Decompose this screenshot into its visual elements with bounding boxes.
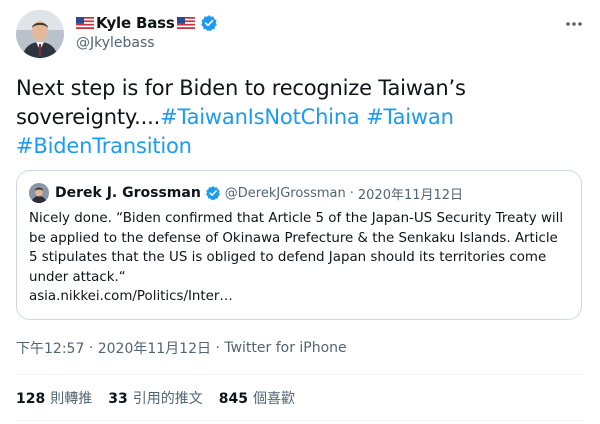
divider [16,420,584,421]
quoted-handle: @DerekJGrossman [224,185,346,201]
stat-label: 則轉推 [50,391,93,407]
verified-badge-icon [200,15,217,32]
like-count[interactable]: 845 個喜歡 [219,388,295,408]
author-avatar[interactable] [16,10,64,58]
more-options-icon-svg [566,22,582,26]
stat-label: 個喜歡 [252,391,295,407]
quoted-date: 2020年11月12日 [357,187,464,203]
stat-number: 33 [108,391,128,407]
engagement-stats: 128 則轉推 33 引用的推文 845 個喜歡 [16,388,295,408]
more-options-icon[interactable] [562,12,586,36]
tweet-time[interactable]: 下午12:57 [16,341,84,357]
tweet-meta: 下午12:57 · 2020年11月12日 · Twitter for iPho… [16,338,347,358]
hashtag-link[interactable]: #BidenTransition [16,134,192,158]
quote-count[interactable]: 33 引用的推文 [108,388,202,408]
hashtag-link[interactable]: #TaiwanIsNotChina [160,105,360,129]
quoted-tweet-card[interactable]: Derek J. Grossman @DerekJGrossman · 2020… [16,170,582,320]
us-flag-icon [76,17,94,29]
quoted-link[interactable]: asia.nikkei.com/Politics/Inter… [29,289,233,304]
hashtag-link[interactable]: #Taiwan [366,105,454,129]
separator-dot: · [349,185,354,201]
verified-badge-icon [205,186,220,201]
quoted-text-body: Nicely done. “Biden confirmed that Artic… [29,211,564,285]
author-display-name[interactable]: Kyle Bass [96,13,175,33]
us-flag-icon [176,17,195,29]
quoted-avatar-image [29,183,49,203]
separator-dot: · [88,340,94,356]
tweet-text: Next step is for Biden to recognize Taiw… [16,74,576,161]
author-name-line[interactable]: Kyle Bass [76,12,218,34]
quoted-header: Derek J. Grossman @DerekJGrossman · 2020… [55,183,463,203]
retweet-count[interactable]: 128 則轉推 [16,388,92,408]
author-handle[interactable]: @Jkylebass [76,34,155,52]
quoted-text: Nicely done. “Biden confirmed that Artic… [29,209,569,307]
divider [16,374,584,375]
avatar-image [16,10,64,58]
quoted-display-name: Derek J. Grossman [55,185,201,201]
tweet-source[interactable]: Twitter for iPhone [224,340,346,356]
stat-label: 引用的推文 [132,391,203,407]
tweet: Kyle Bass @Jkylebass Next step is for Bi… [0,0,600,424]
stat-number: 845 [218,391,248,407]
quoted-author-avatar [29,183,49,203]
tweet-date[interactable]: 2020年11月12日 [98,341,211,357]
separator-dot: · [215,340,220,356]
stat-number: 128 [16,391,46,407]
